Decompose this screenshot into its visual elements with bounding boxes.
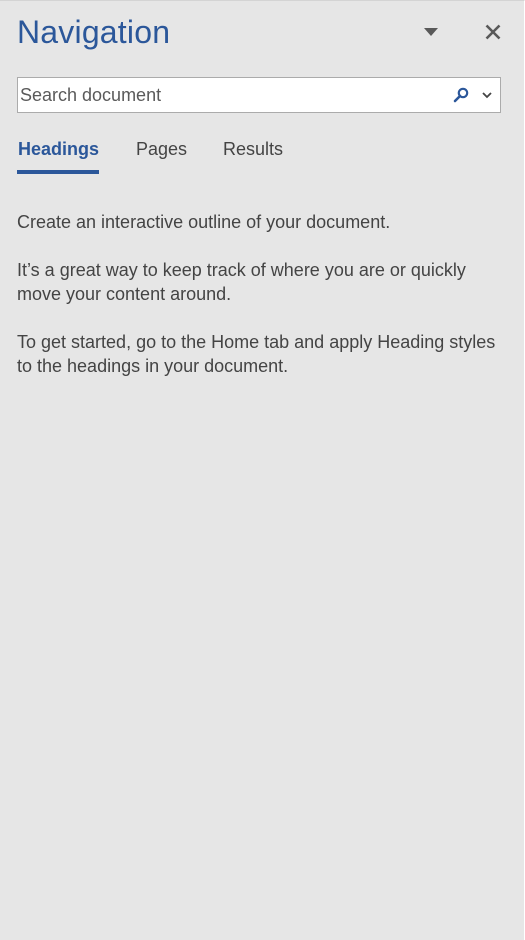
tab-pages[interactable]: Pages (136, 135, 187, 175)
tab-results[interactable]: Results (223, 135, 283, 175)
headings-empty-message: Create an interactive outline of your do… (17, 210, 512, 402)
pane-title: Navigation (17, 14, 171, 50)
tab-pages-label: Pages (136, 139, 188, 159)
message-line-2: It’s a great way to keep track of where … (17, 260, 466, 304)
active-tab-indicator (17, 170, 99, 174)
magnifier-icon (453, 87, 469, 103)
search-input[interactable] (18, 78, 446, 112)
message-line-3: To get started, go to the Home tab and a… (17, 332, 496, 376)
tab-headings-label: Headings (18, 139, 100, 159)
navigation-pane: Navigation Headings Pa (0, 0, 525, 940)
close-button[interactable] (481, 20, 505, 44)
tab-headings[interactable]: Headings (18, 135, 99, 175)
dropdown-triangle-icon (424, 28, 438, 36)
search-options-button[interactable] (476, 78, 498, 112)
chevron-down-icon (482, 91, 492, 98)
search-button[interactable] (446, 78, 476, 112)
search-box (17, 77, 501, 113)
message-line-1: Create an interactive outline of your do… (17, 212, 391, 232)
pane-options-button[interactable] (419, 21, 443, 43)
close-icon (485, 24, 501, 40)
tab-results-label: Results (223, 139, 284, 159)
